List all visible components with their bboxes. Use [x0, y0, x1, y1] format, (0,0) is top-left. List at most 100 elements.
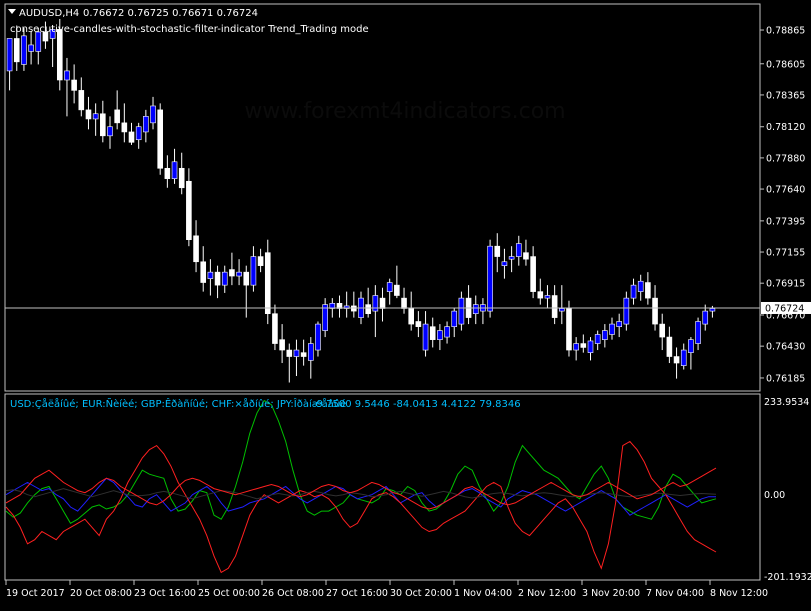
time-tick-label: 20 Oct 08:00 — [70, 588, 132, 599]
bull-candle — [594, 334, 601, 344]
bull-candle — [372, 295, 379, 312]
bull-candle — [236, 271, 242, 277]
bear-candle — [257, 256, 264, 266]
bull-candle — [515, 243, 522, 257]
bull-candle — [680, 349, 687, 366]
bear-candle — [652, 297, 658, 325]
symbol-label: AUDUSD,H4 — [19, 8, 79, 19]
bull-candle — [135, 126, 142, 141]
bear-candle — [100, 113, 106, 137]
chart-canvas: www.forexmt4indicators.com AUDUSD,H4 0.7… — [0, 0, 811, 611]
bear-candle — [286, 349, 293, 357]
bear-candle — [193, 235, 199, 263]
bull-candle — [458, 297, 465, 325]
time-tick-label: 1 Nov 04:00 — [454, 588, 512, 599]
bear-candle — [229, 269, 235, 277]
time-tick-label: 26 Oct 08:00 — [262, 588, 324, 599]
bear-candle — [645, 282, 651, 299]
price-tick-label: 0.77395 — [766, 216, 805, 227]
bull-candle — [501, 261, 508, 266]
bull-candle — [143, 116, 149, 133]
bear-candle — [56, 29, 63, 81]
bear-candle — [659, 323, 666, 338]
time-tick-label: 3 Nov 20:00 — [582, 588, 640, 599]
bull-candle — [472, 304, 479, 314]
bull-candle — [171, 161, 178, 179]
time-tick-label: 2 Nov 12:00 — [518, 588, 576, 599]
time-tick-label: 27 Oct 16:00 — [326, 588, 388, 599]
bear-candle — [200, 261, 207, 283]
bull-candle — [702, 310, 709, 325]
bull-candle — [92, 113, 99, 120]
time-tick-label: 7 Nov 04:00 — [646, 588, 704, 599]
watermark: www.forexmt4indicators.com — [244, 99, 565, 124]
bull-candle — [709, 308, 716, 312]
bull-candle — [107, 126, 113, 137]
bear-candle — [214, 271, 221, 286]
bull-candle — [64, 70, 70, 81]
bull-candle — [293, 349, 300, 357]
bear-candle — [114, 109, 120, 124]
indicator-tick-label: 0.00 — [764, 490, 785, 501]
bull-candle — [315, 323, 321, 351]
bear-candle — [279, 339, 285, 351]
price-tick-label: 0.78120 — [766, 122, 805, 133]
bull-candle — [508, 256, 515, 260]
bear-candle — [379, 297, 386, 309]
time-tick-label: 19 Oct 2017 — [6, 588, 65, 599]
bear-candle — [351, 305, 357, 312]
time-tick-label: 8 Nov 12:00 — [710, 588, 768, 599]
bull-candle — [609, 323, 615, 335]
bear-candle — [429, 326, 436, 340]
bull-candle — [451, 310, 458, 327]
bull-candle — [688, 339, 694, 353]
bull-candle — [602, 330, 608, 340]
time-tick-label: 23 Oct 16:00 — [134, 588, 196, 599]
price-tick-label: 0.78865 — [766, 26, 805, 37]
price-tick-label: 0.76430 — [766, 342, 805, 353]
bull-candle — [6, 38, 13, 72]
indicator-legend: USD:Çåëåíûé; EUR:Ñèíèé; GBP:Êðàñíûé; CHF… — [10, 397, 346, 410]
bear-candle — [494, 245, 501, 257]
bear-candle — [300, 352, 307, 357]
bear-candle — [408, 308, 415, 325]
price-tick-label: 0.77880 — [766, 153, 805, 164]
current-price-label: 0.76724 — [765, 303, 804, 314]
bear-candle — [401, 297, 407, 309]
bear-candle — [243, 271, 250, 286]
bull-candle — [637, 280, 644, 292]
bull-candle — [28, 44, 34, 52]
bear-candle — [580, 343, 587, 348]
time-tick-label: 30 Oct 20:00 — [390, 588, 452, 599]
ohlc-values: 0.76672 0.76725 0.76671 0.76724 — [83, 8, 258, 19]
bull-candle — [623, 297, 630, 325]
bear-candle — [78, 90, 85, 111]
indicator-tick-label: 233.9534 — [764, 397, 809, 408]
bull-candle — [630, 284, 637, 299]
bull-candle — [221, 271, 228, 286]
bear-candle — [394, 284, 400, 296]
bull-candle — [616, 321, 622, 327]
bear-candle — [673, 356, 680, 364]
price-tick-label: 0.78605 — [766, 59, 805, 70]
price-tick-label: 0.77640 — [766, 185, 805, 196]
bear-candle — [537, 291, 544, 299]
bull-candle — [487, 245, 493, 312]
bull-candle — [21, 35, 27, 65]
time-tick-label: 25 Oct 00:00 — [198, 588, 260, 599]
bull-candle — [250, 256, 257, 286]
bull-candle — [307, 343, 314, 361]
bear-candle — [71, 79, 77, 91]
bear-candle — [365, 304, 371, 314]
bull-candle — [544, 295, 551, 299]
bull-candle — [695, 321, 701, 344]
bear-candle — [128, 131, 135, 143]
bear-candle — [551, 295, 558, 318]
bear-candle — [530, 256, 536, 292]
bear-candle — [523, 252, 529, 260]
bear-candle — [157, 109, 163, 169]
indicator-values: -9.7500 9.5446 -84.0413 4.4122 79.8346 — [313, 399, 521, 410]
bear-candle — [85, 109, 92, 120]
bull-candle — [207, 271, 214, 279]
bear-candle — [121, 122, 128, 133]
